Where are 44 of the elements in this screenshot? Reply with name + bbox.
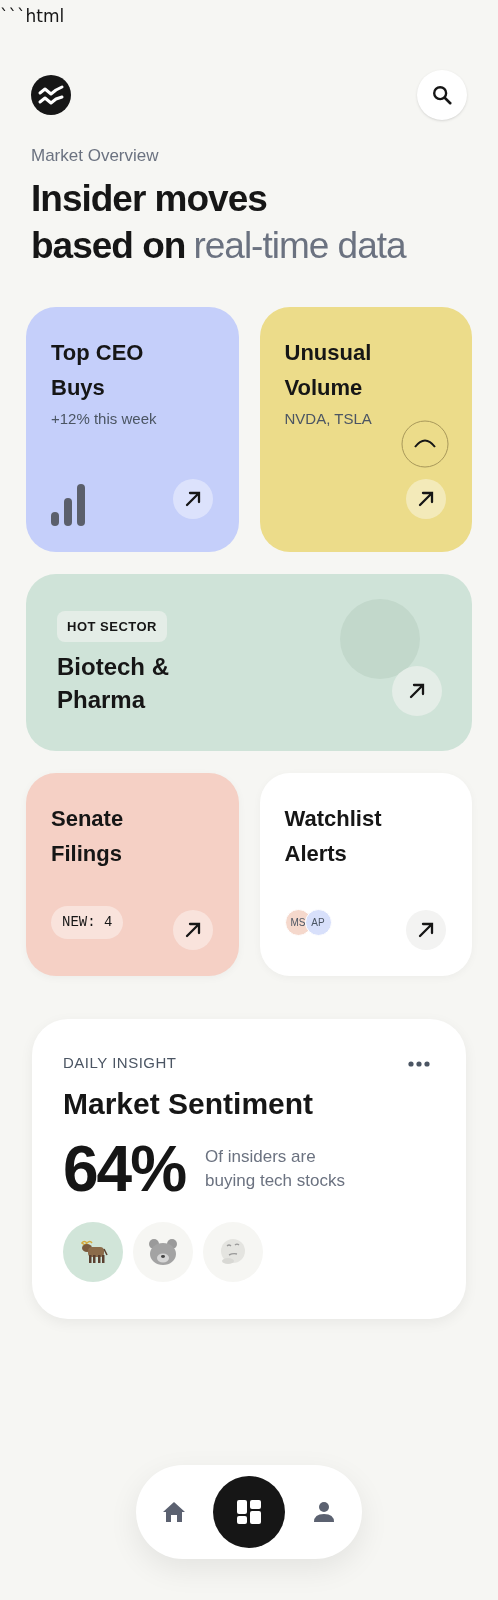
card-title: Unusual Volume [284, 338, 373, 402]
headline-accent: real-time data [193, 223, 406, 268]
thinking-face-icon [219, 1237, 247, 1266]
arrow-icon [183, 920, 202, 939]
sector-tag: HOT SECTOR [57, 610, 167, 642]
more-icon[interactable] [408, 1060, 430, 1067]
card-title: Biotech & Pharma [57, 652, 170, 715]
bull-icon [78, 1238, 108, 1265]
dashboard-icon [236, 1499, 262, 1525]
category-card[interactable]: Watchlist Alerts MS AP [259, 772, 472, 976]
category-card[interactable]: Unusual Volume NVDA, TSLA [259, 306, 472, 552]
bear-icon [148, 1237, 178, 1266]
profile-icon [313, 1501, 335, 1523]
open-button[interactable] [406, 909, 446, 950]
avatar: AP [304, 909, 332, 936]
headline: based on [31, 223, 186, 268]
percentage: 64% [63, 1133, 186, 1204]
card-title: Watchlist Alerts [284, 804, 383, 868]
card-title: Top CEO Buys [51, 338, 145, 402]
caption: Of insiders are buying tech stocks [205, 1145, 346, 1192]
search-icon [431, 84, 453, 106]
logo-icon[interactable] [31, 75, 71, 115]
bar-chart-icon [51, 483, 85, 526]
arrow-icon [408, 681, 426, 700]
card-subtitle: +12% this week [51, 408, 158, 429]
featured-card[interactable]: HOT SECTOR Biotech & Pharma [26, 573, 472, 751]
arrow-icon [417, 489, 435, 508]
home-icon [162, 1501, 186, 1523]
open-button[interactable] [406, 478, 446, 519]
section-label: DAILY INSIGHT [63, 1052, 177, 1073]
card-title: Market Sentiment [63, 1085, 315, 1122]
subtitle: Market Overview [31, 145, 160, 167]
search-button[interactable] [417, 70, 467, 120]
headline: Insider moves [31, 176, 268, 221]
card-title: Senate Filings [51, 804, 125, 868]
count-tag: NEW: 4 [51, 906, 124, 939]
chevron-up-icon [401, 419, 449, 468]
stray-text: ```html [0, 5, 65, 28]
card-subtitle: NVDA, TSLA [284, 408, 373, 429]
category-card[interactable]: Senate Filings NEW: 4 [26, 772, 239, 976]
category-card[interactable]: Top CEO Buys +12% this week [26, 306, 239, 552]
arrow-icon [417, 920, 435, 939]
arrow-icon [183, 489, 202, 508]
open-button[interactable] [392, 665, 442, 716]
